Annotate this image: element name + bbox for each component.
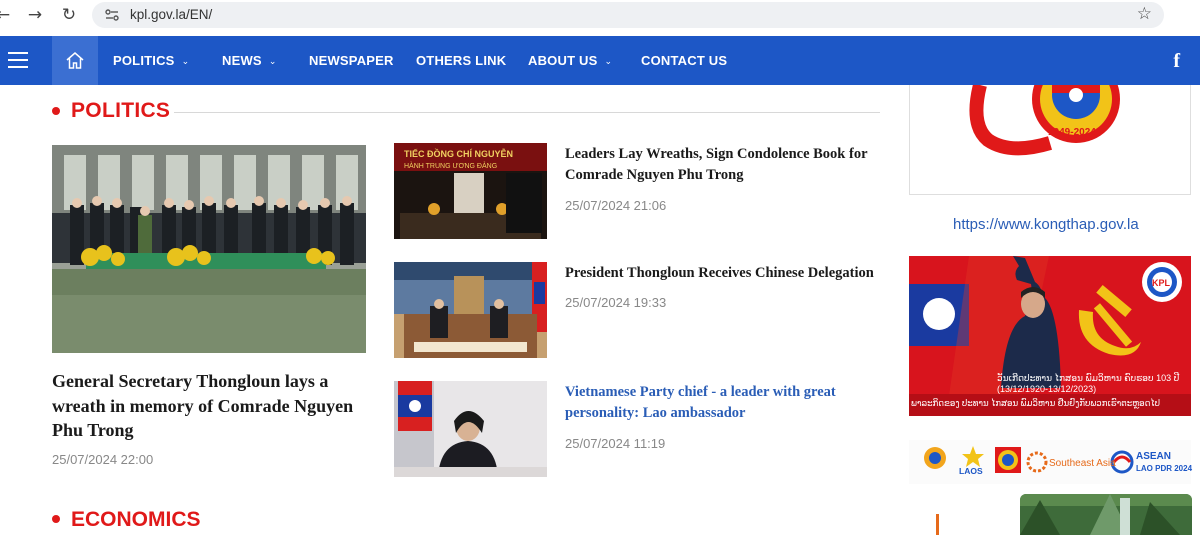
banner-caption-primary: ວັນເກີດປະທານ ໄກສອນ ພົມວິຫານ ຄົບຮອບ 103 ປ… [997,373,1180,394]
site-settings-icon[interactable] [104,7,120,23]
kpl-logo-text: KPL [1152,278,1171,288]
section-bullet [52,107,60,115]
kongthap-link[interactable]: https://www.kongthap.gov.la [953,216,1139,233]
section-bullet [52,515,60,523]
article-thumbnail[interactable] [394,262,547,358]
article-thumbnail[interactable]: TIẾC ĐỒNG CHÍ NGUYỄN HÀNH TRUNG ƯƠNG ĐẢN… [394,143,547,239]
section-title[interactable]: ECONOMICS [71,508,201,532]
address-bar[interactable]: kpl.gov.la/EN/ ☆ [92,2,1164,28]
anniversary-badge-banner[interactable]: 1949-2024 [909,85,1191,195]
chevron-down-icon: ⌄ [181,56,190,66]
bookmark-star-icon[interactable]: ☆ [1137,4,1152,24]
svg-text:TIẾC ĐỒNG CHÍ NGUYỄN: TIẾC ĐỒNG CHÍ NGUYỄN [404,148,513,159]
forward-icon[interactable]: → [24,4,46,26]
back-icon[interactable]: ← [0,4,14,26]
chevron-down-icon: ⌄ [604,56,613,66]
site-nav-bar: POLITICS ⌄ NEWS ⌄ NEWSPAPER OTHERS LINK AB… [0,36,1200,85]
article-title[interactable]: Vietnamese Party chief - a leader with g… [565,382,885,423]
lead-article-title[interactable]: General Secretary Thongloun lays a wreat… [52,369,370,443]
tourism-logos-strip[interactable]: LAOS Southeast Asia ASEAN LAO PDR 2024 [909,440,1193,484]
logo-asean: ASEAN [1136,451,1172,462]
tourism-photo[interactable] [1020,494,1192,535]
logo-southeast-asia: Southeast Asia [1049,458,1116,469]
home-button[interactable] [52,36,98,85]
home-icon [66,52,84,69]
article-date: 25/07/2024 11:19 [565,436,666,451]
nav-contact-us[interactable]: CONTACT US [641,36,727,85]
browser-toolbar: ← → ↻ kpl.gov.la/EN/ ☆ [0,0,1200,36]
svg-text:HÀNH TRUNG ƯƠNG ĐẢNG: HÀNH TRUNG ƯƠNG ĐẢNG [404,161,497,170]
nav-about-us[interactable]: ABOUT US ⌄ [528,36,612,85]
article-date: 25/07/2024 21:06 [565,198,667,213]
url-text[interactable]: kpl.gov.la/EN/ [130,7,212,22]
nav-news[interactable]: NEWS ⌄ [222,36,277,85]
hamburger-menu-icon[interactable] [8,52,28,68]
lead-article-date: 25/07/2024 22:00 [52,452,154,467]
section-title[interactable]: POLITICS [71,99,170,123]
article-title[interactable]: Leaders Lay Wreaths, Sign Condolence Boo… [565,144,885,185]
banner-caption-secondary: ພາລະກິດຂອງ ປະທານ ໄກສອນ ພົມວິຫານ ຢືນຢົງກັ… [911,398,1160,408]
reload-icon[interactable]: ↻ [58,4,80,26]
badge-years: 1949-2024 [1048,127,1096,138]
facebook-icon[interactable]: f [1173,50,1180,73]
section-heading-economics: ECONOMICS [52,508,252,535]
nav-politics[interactable]: POLITICS ⌄ [113,36,189,85]
commemorative-banner[interactable]: KPL ວັນເກີດປະທານ ໄກສອນ ພົມວິຫານ ຄົບຮອບ 1… [909,256,1191,416]
nav-others-link[interactable]: OTHERS LINK [416,36,506,85]
article-title[interactable]: President Thongloun Receives Chinese Del… [565,263,885,284]
logo-lao-pdr-2024: LAO PDR 2024 [1136,464,1193,473]
article-date: 25/07/2024 19:33 [565,295,667,310]
article-thumbnail[interactable] [394,381,547,477]
logo-laos: LAOS [959,466,983,476]
chevron-down-icon: ⌄ [268,56,277,66]
lead-article-image[interactable] [52,145,366,353]
section-heading-politics: POLITICS [52,98,880,126]
nav-newspaper[interactable]: NEWSPAPER [309,36,394,85]
logo-fragment [936,514,939,535]
section-divider [174,112,880,113]
